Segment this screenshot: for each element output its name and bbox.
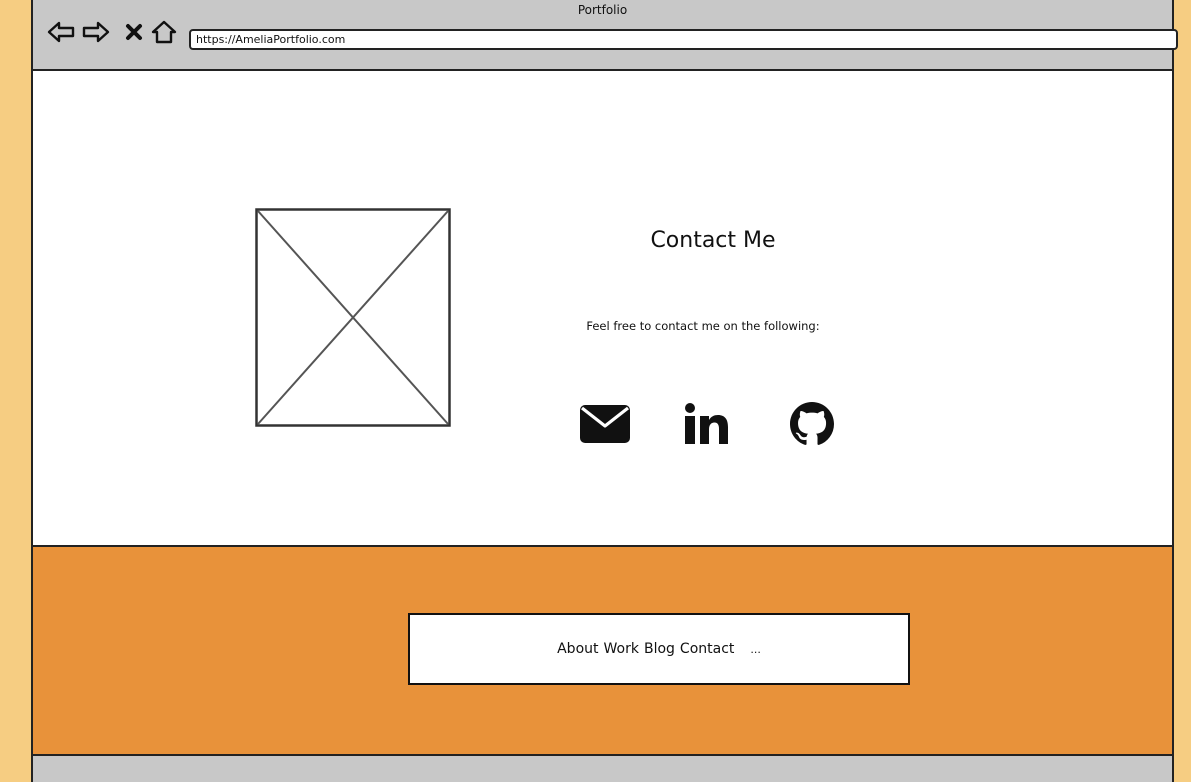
email-icon[interactable]	[578, 399, 632, 449]
linkedin-icon[interactable]	[678, 399, 734, 449]
contact-description: Feel free to contact me on the following…	[586, 319, 820, 333]
contact-title: Contact Me	[650, 228, 776, 253]
github-icon[interactable]	[785, 399, 839, 449]
address-bar[interactable]: https://AmeliaPortfolio.com	[189, 29, 1178, 50]
back-arrow-icon[interactable]	[47, 19, 75, 45]
browser-window: Portfolio https://AmeliaPortfolio.com Co…	[31, 0, 1178, 782]
browser-titlebar: Portfolio https://AmeliaPortfolio.com	[33, 0, 1178, 71]
image-placeholder	[255, 208, 451, 427]
footer-link-more[interactable]: ...	[750, 643, 761, 656]
footer-link-about[interactable]: About	[557, 641, 598, 657]
footer: About Work Blog Contact ...	[33, 545, 1172, 756]
window-title: Portfolio	[577, 3, 628, 17]
forward-arrow-icon[interactable]	[82, 19, 110, 45]
contact-section: Contact Me Feel free to contact me on th…	[33, 71, 1172, 547]
footer-link-contact[interactable]: Contact	[680, 641, 734, 657]
footer-link-blog[interactable]: Blog	[644, 641, 675, 657]
home-icon[interactable]	[150, 19, 178, 45]
stop-icon[interactable]	[120, 19, 148, 45]
footer-link-work[interactable]: Work	[604, 641, 639, 657]
footer-nav: About Work Blog Contact ...	[408, 613, 910, 685]
browser-status-bar	[33, 756, 1172, 782]
